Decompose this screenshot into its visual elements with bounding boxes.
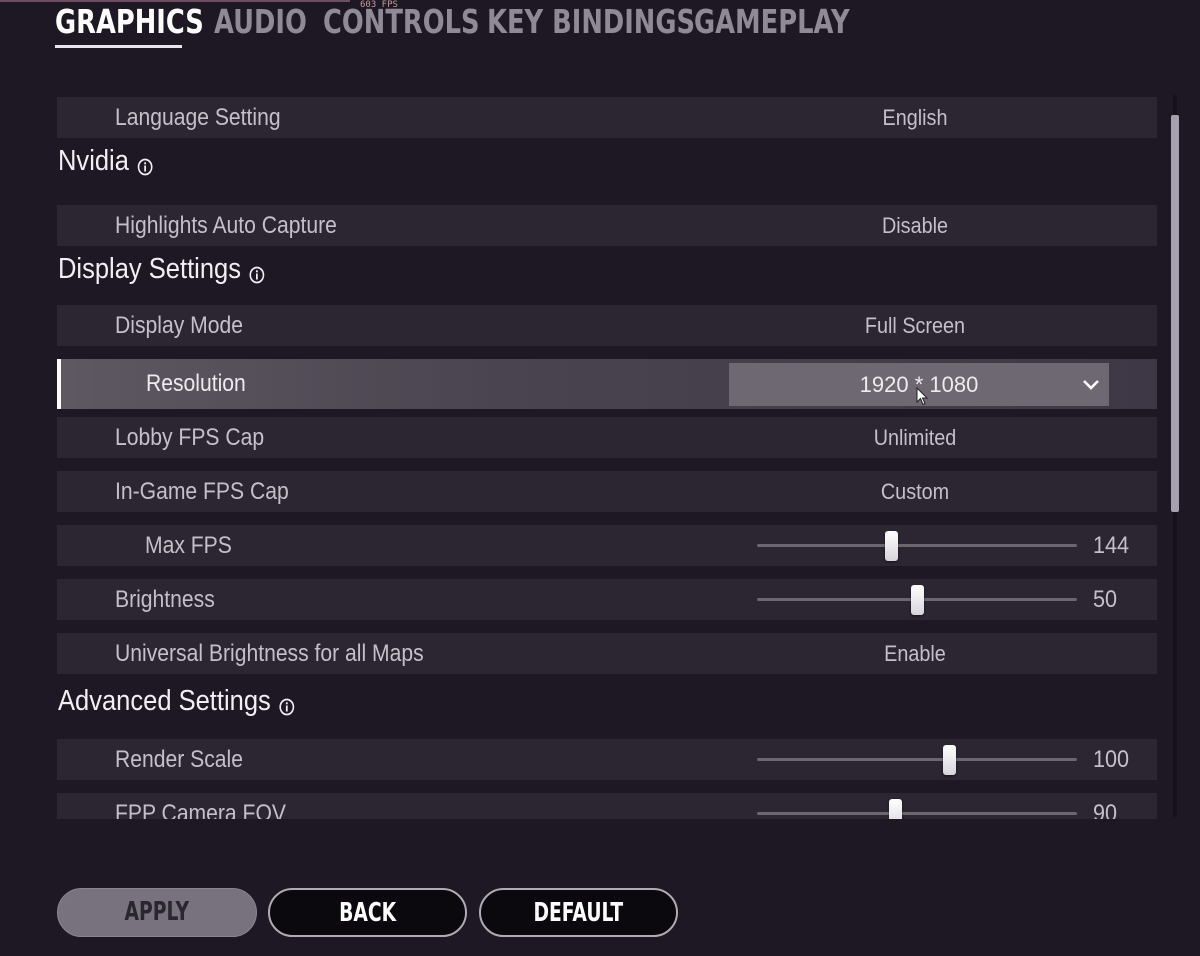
- setting-row-universal-brightness[interactable]: Universal Brightness for all Maps Enable: [57, 633, 1157, 674]
- tab-controls[interactable]: CONTROLS: [323, 0, 480, 44]
- section-title: Advanced Settings: [58, 685, 271, 717]
- setting-label: FPP Camera FOV: [115, 800, 286, 819]
- slider-track[interactable]: [757, 812, 1077, 815]
- tab-gameplay[interactable]: GAMEPLAY: [694, 0, 850, 44]
- brightness-slider[interactable]: [757, 579, 1077, 620]
- setting-value[interactable]: English: [753, 97, 1077, 138]
- setting-label: Language Setting: [115, 104, 281, 131]
- back-button[interactable]: BACK: [268, 888, 467, 937]
- setting-row-resolution[interactable]: Resolution 1920 * 1080: [57, 359, 1157, 409]
- setting-value[interactable]: Enable: [753, 633, 1077, 674]
- back-button-label: BACK: [338, 898, 396, 928]
- setting-label: In-Game FPS Cap: [115, 478, 289, 505]
- setting-label: Max FPS: [145, 532, 232, 559]
- render-scale-slider[interactable]: [757, 739, 1077, 780]
- setting-label: Display Mode: [115, 312, 243, 339]
- info-icon[interactable]: [278, 692, 296, 715]
- slider-thumb[interactable]: [943, 745, 956, 775]
- setting-label: Brightness: [115, 586, 215, 613]
- default-button[interactable]: DEFAULT: [479, 888, 678, 937]
- setting-label: Render Scale: [115, 746, 243, 773]
- fps-counter: 603 FPS: [360, 0, 398, 10]
- apply-button-label: APPLY: [124, 897, 190, 927]
- setting-value[interactable]: Custom: [753, 471, 1077, 512]
- setting-value[interactable]: Unlimited: [753, 417, 1077, 458]
- section-header-advanced-settings: Advanced Settings: [58, 685, 295, 718]
- setting-row-lobby-fps-cap[interactable]: Lobby FPS Cap Unlimited: [57, 417, 1157, 458]
- setting-label: Highlights Auto Capture: [115, 212, 337, 239]
- slider-value: 144: [1093, 532, 1130, 559]
- settings-list: Language Setting English Nvidia Highligh…: [57, 97, 1157, 819]
- setting-row-highlights-auto-capture[interactable]: Highlights Auto Capture Disable: [57, 205, 1157, 246]
- apply-button[interactable]: APPLY: [57, 888, 257, 937]
- setting-label: Universal Brightness for all Maps: [115, 640, 424, 667]
- max-fps-slider[interactable]: [757, 525, 1077, 566]
- slider-track[interactable]: [757, 544, 1077, 547]
- default-button-label: DEFAULT: [533, 898, 624, 928]
- setting-row-fpp-camera-fov: FPP Camera FOV 90: [57, 793, 1157, 819]
- tab-graphics[interactable]: GRAPHICS: [55, 0, 204, 44]
- setting-value[interactable]: Disable: [753, 205, 1077, 246]
- slider-value: 90: [1093, 800, 1118, 819]
- info-icon[interactable]: [136, 152, 154, 175]
- scrollbar-thumb[interactable]: [1171, 115, 1179, 513]
- slider-value: 100: [1093, 746, 1130, 773]
- setting-row-render-scale: Render Scale 100: [57, 739, 1157, 780]
- setting-row-display-mode[interactable]: Display Mode Full Screen: [57, 305, 1157, 346]
- setting-value[interactable]: Full Screen: [753, 305, 1077, 346]
- fpp-camera-fov-slider[interactable]: [757, 793, 1077, 819]
- setting-row-brightness: Brightness 50: [57, 579, 1157, 620]
- setting-row-language[interactable]: Language Setting English: [57, 97, 1157, 138]
- slider-thumb[interactable]: [885, 531, 899, 561]
- info-icon[interactable]: [248, 260, 266, 283]
- chevron-down-icon[interactable]: [1081, 374, 1101, 394]
- active-tab-underline: [55, 45, 182, 48]
- mouse-cursor-icon: [916, 386, 929, 407]
- setting-label: Lobby FPS Cap: [115, 424, 265, 451]
- slider-track[interactable]: [757, 758, 1077, 761]
- tab-key-bindings[interactable]: KEY BINDINGS: [487, 0, 695, 44]
- tab-audio[interactable]: AUDIO: [214, 0, 307, 44]
- section-title: Nvidia: [58, 145, 129, 177]
- settings-scrollbar[interactable]: [1170, 95, 1180, 817]
- setting-row-ingame-fps-cap[interactable]: In-Game FPS Cap Custom: [57, 471, 1157, 512]
- section-title: Display Settings: [58, 253, 241, 285]
- slider-value: 50: [1093, 586, 1118, 613]
- setting-row-max-fps: Max FPS 144: [57, 525, 1157, 566]
- section-header-nvidia: Nvidia: [58, 145, 154, 178]
- slider-thumb[interactable]: [911, 585, 924, 615]
- slider-thumb[interactable]: [888, 799, 902, 819]
- section-header-display-settings: Display Settings: [58, 253, 266, 286]
- setting-label: Resolution: [146, 370, 246, 397]
